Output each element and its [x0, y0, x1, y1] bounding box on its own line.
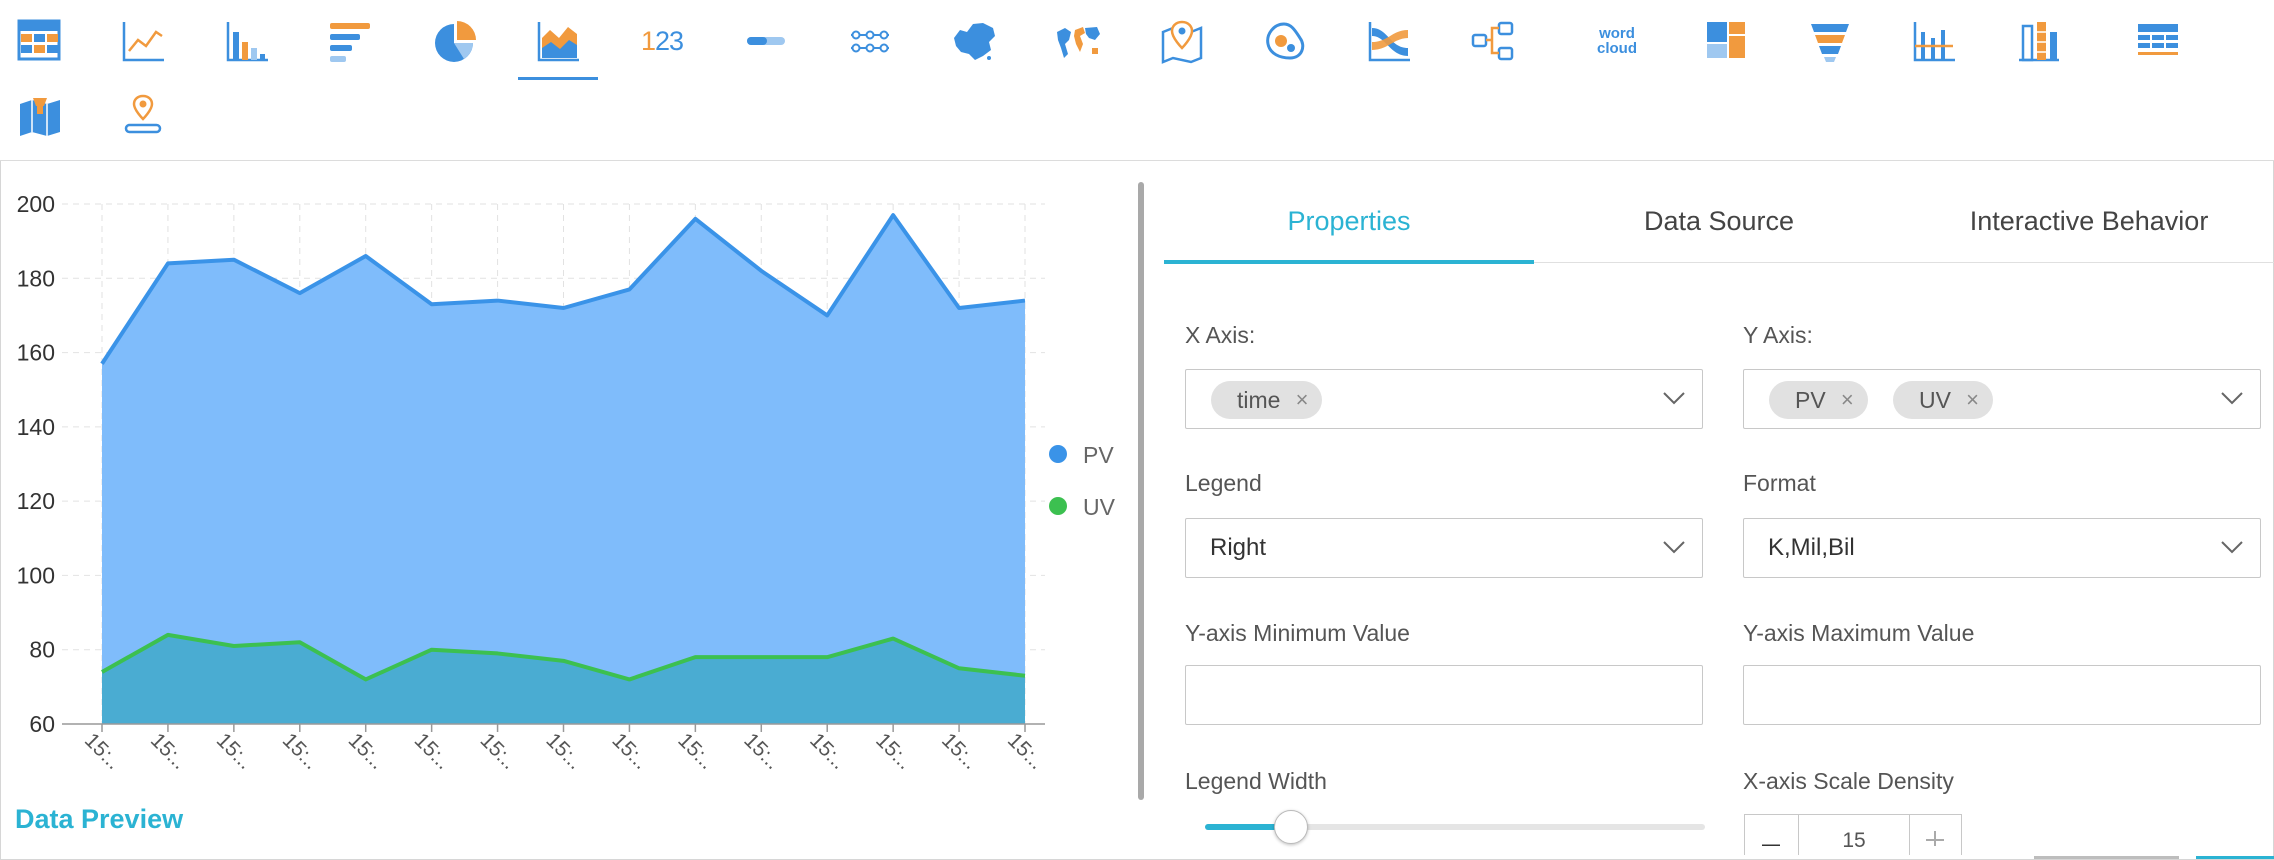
treemap-icon[interactable] [1686, 6, 1766, 76]
y-tick-label: 160 [17, 340, 55, 366]
word-cloud-icon[interactable]: word cloud [1577, 6, 1657, 76]
legend-value: Right [1210, 534, 1267, 561]
tree-chart-icon[interactable] [1453, 6, 1533, 76]
y-tick-label: 80 [29, 637, 55, 663]
decrement-button[interactable] [1745, 815, 1797, 855]
properties-panel: Properties Data Source Interactive Behav… [1164, 160, 2274, 860]
x-tick-label: 15:.. [212, 729, 257, 774]
x-axis-tag-time: time × [1211, 381, 1323, 419]
area-chart-icon[interactable] [518, 6, 598, 80]
chart-type-toolbar: 123 word cloud [0, 0, 2274, 161]
combo-chart-icon[interactable] [1894, 6, 1974, 76]
tab-interactive-behavior[interactable]: Interactive Behavior [1904, 188, 2274, 260]
panel-tabs: Properties Data Source Interactive Behav… [1164, 188, 2274, 264]
y-min-input[interactable] [1185, 665, 1703, 725]
y-tick-label: 100 [17, 562, 55, 588]
y-tick-label: 140 [17, 414, 55, 440]
x-tick-label: 15:.. [805, 729, 850, 774]
y-tick-label: 120 [17, 488, 55, 514]
y-tick-label: 200 [17, 191, 55, 217]
format-select[interactable]: K,Mil,Bil [1743, 518, 2261, 578]
column-chart-icon[interactable] [207, 6, 287, 76]
footer-button-edge-primary [2196, 856, 2274, 859]
remove-tag-icon[interactable]: × [1966, 381, 1979, 419]
legend-label: Legend [1185, 470, 1262, 496]
bubble-map-icon[interactable] [1245, 6, 1325, 76]
chevron-down-icon [1663, 392, 1685, 405]
x-tick-label: 15:.. [542, 729, 587, 774]
crosstab-icon[interactable] [2118, 6, 2198, 76]
remove-tag-icon[interactable]: × [1841, 381, 1854, 419]
x-tick-label: 15:.. [80, 729, 125, 774]
flow-map-icon[interactable] [103, 80, 183, 150]
table-chart-icon[interactable] [0, 6, 80, 76]
legend-marker [1049, 497, 1067, 515]
x-tick-label: 15:.. [146, 729, 191, 774]
plus-icon [1926, 831, 1944, 846]
area-chart-svg: 200 180 160 140 120 100 80 60 15:.. 15:.. 15:.. 15:… [17, 191, 1116, 774]
stacked-column-icon[interactable] [1998, 6, 2078, 76]
x-tick-label: 15:.. [1003, 729, 1048, 774]
line-chart-icon[interactable] [103, 6, 183, 76]
y-tick-label: 60 [29, 711, 55, 737]
kpi-number-icon[interactable]: 123 [622, 6, 702, 76]
y-axis-tag-uv: UV × [1893, 381, 1993, 419]
sankey-chart-icon[interactable] [1349, 6, 1429, 76]
chevron-down-icon [2221, 541, 2243, 554]
funnel-chart-icon[interactable] [1790, 6, 1870, 76]
y-axis-label: Y Axis: [1743, 322, 1813, 348]
x-density-label: X-axis Scale Density [1743, 768, 1954, 794]
format-value: K,Mil,Bil [1768, 534, 1855, 561]
format-label: Format [1743, 470, 1816, 496]
tab-properties[interactable]: Properties [1164, 188, 1534, 264]
x-tick-label: 15:.. [607, 729, 652, 774]
x-tick-label: 15:.. [937, 729, 982, 774]
x-tick-label: 15:.. [673, 729, 718, 774]
pin-map-icon[interactable] [1142, 6, 1222, 76]
area-chart: 200 180 160 140 120 100 80 60 15:.. 15:.. 15:.. 15:… [0, 162, 1130, 802]
y-max-input[interactable] [1743, 665, 2261, 725]
chevron-down-icon [1663, 541, 1685, 554]
x-tick-label: 15:.. [476, 729, 521, 774]
chevron-down-icon [2221, 392, 2243, 405]
legend-width-slider[interactable] [1205, 810, 1705, 844]
y-axis-select[interactable]: PV × UV × [1743, 369, 2261, 429]
pie-chart-icon[interactable] [414, 6, 494, 76]
x-axis-label: X Axis: [1185, 322, 1256, 348]
x-density-value[interactable]: 15 [1798, 815, 1910, 855]
increment-button[interactable] [1909, 815, 1961, 855]
y-min-label: Y-axis Minimum Value [1185, 620, 1410, 646]
legend-label: UV [1083, 494, 1116, 520]
china-map-icon[interactable] [934, 6, 1014, 76]
tab-data-source[interactable]: Data Source [1534, 188, 1904, 260]
legend-width-label: Legend Width [1185, 768, 1327, 794]
color-map-icon[interactable] [0, 80, 80, 150]
minus-icon [1762, 844, 1780, 846]
legend-marker [1049, 445, 1067, 463]
panel-splitter[interactable] [1138, 182, 1144, 800]
bar-chart-icon[interactable] [310, 6, 390, 76]
y-max-label: Y-axis Maximum Value [1743, 620, 1975, 646]
data-preview-link[interactable]: Data Preview [15, 804, 183, 835]
step-chart-icon[interactable] [830, 6, 910, 76]
y-axis-tag-pv: PV × [1769, 381, 1868, 419]
legend-select[interactable]: Right [1185, 518, 1703, 578]
legend-label: PV [1083, 442, 1114, 468]
x-tick-label: 15:.. [739, 729, 784, 774]
x-axis-select[interactable]: time × [1185, 369, 1703, 429]
remove-tag-icon[interactable]: × [1296, 381, 1309, 419]
x-tick-label: 15:.. [344, 729, 389, 774]
x-tick-label: 15:.. [278, 729, 323, 774]
footer-button-edge [2034, 856, 2179, 859]
x-density-stepper: 15 [1744, 814, 1962, 855]
slider-thumb[interactable] [1274, 810, 1308, 844]
x-tick-label: 15:.. [871, 729, 916, 774]
y-tick-label: 180 [17, 265, 55, 291]
progress-bar-icon[interactable] [726, 6, 806, 76]
x-tick-label: 15:.. [410, 729, 455, 774]
world-map-icon[interactable] [1038, 6, 1118, 76]
